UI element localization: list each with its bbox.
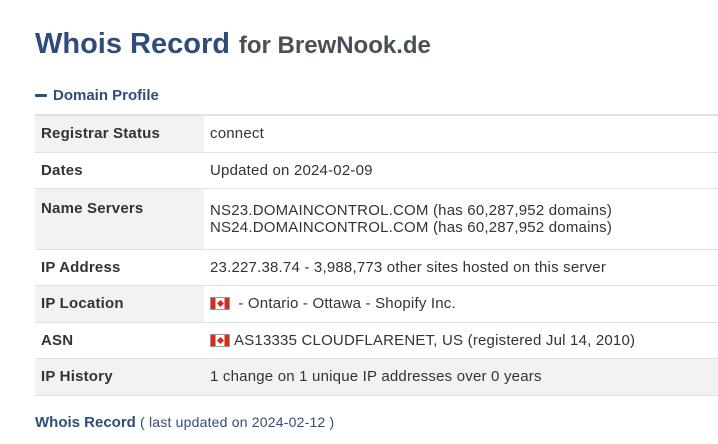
row-ip-location: IP Location - Ontario - Ottawa - Shopify… [35, 285, 718, 322]
domain-profile-label: Domain Profile [53, 86, 159, 104]
page-title-main: Whois Record [35, 28, 230, 60]
name-server-2: NS24.DOMAINCONTROL.COM (has 60,287,952 d… [210, 218, 613, 236]
row-registrar-status: Registrar Status connect [35, 115, 718, 152]
whois-page: Whois Record for BrewNook.de Domain Prof… [0, 0, 718, 444]
domain-profile-table: Registrar Status connect Dates Updated o… [35, 114, 718, 396]
asn-label: ASN [35, 322, 204, 358]
registrar-status-value: connect [204, 115, 718, 152]
ip-address-label: IP Address [35, 249, 204, 285]
dates-value: Updated on 2024-02-09 [210, 161, 373, 179]
row-name-servers: Name Servers NS23.DOMAINCONTROL.COM (has… [35, 188, 718, 249]
dates-label: Dates [35, 152, 204, 188]
ip-location-label: IP Location [35, 285, 204, 322]
page-title: Whois Record for BrewNook.de [35, 22, 431, 66]
whois-record-footer: Whois Record ( last updated on 2024-02-1… [35, 414, 334, 431]
canada-flag-icon [210, 297, 230, 310]
name-server-1: NS23.DOMAINCONTROL.COM (has 60,287,952 d… [210, 201, 613, 219]
ip-history-label: IP History [35, 358, 204, 395]
ip-location-value: - Ontario - Ottawa - Shopify Inc. [234, 295, 456, 312]
minus-icon [35, 93, 47, 97]
row-dates: Dates Updated on 2024-02-09 [35, 152, 718, 188]
name-servers-label: Name Servers [35, 188, 204, 249]
asn-cell: AS13335 CLOUDFLARENET, US (registered Ju… [204, 322, 718, 358]
canada-flag-icon [210, 333, 230, 347]
registrar-status-label: Registrar Status [35, 115, 204, 152]
whois-record-link[interactable]: Whois Record [35, 414, 136, 431]
name-servers-value: NS23.DOMAINCONTROL.COM (has 60,287,952 d… [204, 188, 718, 249]
ip-location-cell: - Ontario - Ottawa - Shopify Inc. [204, 285, 718, 322]
row-ip-history: IP History 1 change on 1 unique IP addre… [35, 358, 718, 395]
ip-address-value: 23.227.38.74 - 3,988,773 other sites hos… [210, 258, 607, 276]
asn-value: AS13335 CLOUDFLARENET, US (registered Ju… [234, 331, 636, 349]
whois-last-updated: ( last updated on 2024-02-12 ) [140, 414, 335, 430]
ip-history-value: 1 change on 1 unique IP addresses over 0… [204, 358, 718, 395]
page-title-domain: for BrewNook.de [238, 32, 431, 59]
row-asn: ASN AS13335 CLOUDFLARENET, US (registere… [35, 322, 718, 358]
domain-profile-toggle[interactable]: Domain Profile [35, 84, 159, 106]
row-ip-address: IP Address 23.227.38.74 - 3,988,773 othe… [35, 249, 718, 285]
